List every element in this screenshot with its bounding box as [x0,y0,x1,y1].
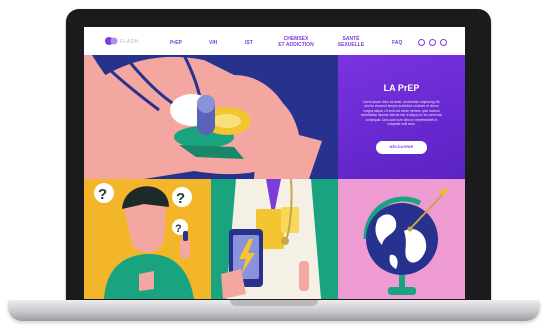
nav-item-ist[interactable]: IST [245,40,253,46]
laptop-notch [230,300,318,306]
svg-text:?: ? [175,223,182,235]
instagram-icon[interactable] [440,39,447,46]
discover-button[interactable]: DÉCOUVRIR [376,141,427,154]
nav-item-prep[interactable]: PrEP [170,40,182,46]
svg-text:?: ? [176,190,185,207]
nav-item-sante-sexuelle[interactable]: SANTÉ SEXUELLE [336,36,366,48]
hero-illustration [84,55,338,179]
doctor-phone-illustration [221,179,321,299]
screen: FLASH PrEP VIH IST CHEMSEX ET ADDICTION … [84,27,465,299]
svg-text:?: ? [98,186,107,203]
feature-title: LA PrEP [383,83,420,93]
nav-item-faq[interactable]: FAQ [392,40,402,46]
tile-globe[interactable] [338,179,465,299]
nav-item-vih[interactable]: VIH [209,40,217,46]
nav-item-chemsex[interactable]: CHEMSEX ET ADDICTION [278,36,314,48]
tile-doctor-phone[interactable] [211,179,338,299]
facebook-icon[interactable] [418,39,425,46]
tile-questions[interactable]: ? ? ? [84,179,211,299]
hand-pill-illustration [84,55,322,179]
top-nav: FLASH PrEP VIH IST CHEMSEX ET ADDICTION … [84,27,465,55]
twitter-icon[interactable] [429,39,436,46]
logo-icon[interactable] [104,36,118,46]
globe-arrow-illustration [363,187,448,295]
feature-card: LA PrEP Lorem ipsum dolor sit amet, cons… [338,55,465,179]
logo-text[interactable]: FLASH [120,39,139,45]
person-questions-illustration: ? ? ? [94,179,196,299]
feature-text: Lorem ipsum dolor sit amet, consectetur … [360,100,443,127]
